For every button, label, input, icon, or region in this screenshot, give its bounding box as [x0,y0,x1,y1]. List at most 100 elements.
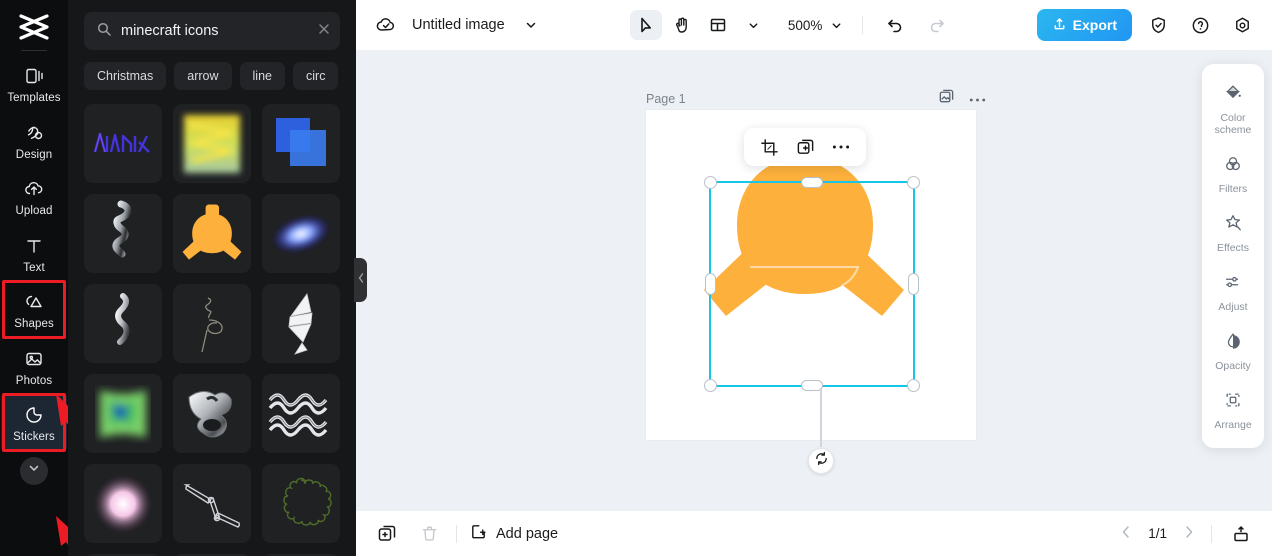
cloud-check-icon[interactable] [370,10,402,40]
effects-icon [1223,213,1243,238]
sidebar-item-shapes[interactable]: Shapes [1,280,67,338]
canvas-tool-group [629,10,770,40]
layout-chevron-down-icon[interactable] [738,10,770,40]
sticker-tile-green-gear-outline[interactable] [262,464,340,543]
search-box[interactable] [84,12,340,50]
bottom-divider [456,524,457,543]
capcut-editor-window: Templates Design Upload Text Shapes Phot… [0,0,1272,556]
sticker-tile-chrome-wave-pattern[interactable] [262,374,340,453]
sidebar-item-stickers[interactable]: Stickers [1,393,67,451]
page-more-options-icon[interactable] [969,90,986,108]
search-input[interactable] [121,23,308,39]
settings-gear-icon[interactable] [1226,10,1258,40]
sidebar-item-templates[interactable]: Templates [1,55,67,112]
close-icon[interactable] [317,22,331,41]
sidebar-item-label: Photos [15,374,53,387]
add-page-button[interactable]: Add page [469,522,558,545]
export-button[interactable]: Export [1036,9,1132,41]
sticker-tile-blue-graffiti-text[interactable] [84,104,162,183]
select-tool-button[interactable] [629,10,662,40]
panel-item-label-2: scheme [1214,124,1252,137]
sidebar-item-label: Stickers [13,431,55,443]
help-circle-icon[interactable] [1184,10,1216,40]
sticker-tile-silver-ribbon[interactable] [84,284,162,363]
resize-handle-bottom-left[interactable] [704,379,717,392]
sidebar-item-photos[interactable]: Photos [1,338,67,395]
prev-page-button[interactable] [1118,524,1134,543]
sidebar-expand-button[interactable] [20,456,48,485]
more-options-button[interactable] [824,132,858,162]
sidebar-item-upload[interactable]: Upload [1,168,67,225]
sticker-grid [84,104,340,556]
chip-line[interactable]: line [239,62,285,90]
sticker-tile-green-blur-blob[interactable] [84,374,162,453]
resize-handle-top-left[interactable] [704,176,717,189]
sidebar-item-design[interactable]: Design [1,112,67,169]
layout-tool-button[interactable] [702,10,734,40]
hand-tool-button[interactable] [666,10,698,40]
sticker-tile-orange-creature[interactable] [173,194,251,273]
shapes-icon [22,290,46,314]
add-page-icon [469,522,488,545]
sticker-tile-metallic-figure[interactable] [84,194,162,273]
adjust-icon [1223,272,1243,297]
panel-item-adjust[interactable]: Adjust [1202,263,1264,322]
capcut-logo-icon[interactable] [14,10,54,44]
panel-item-label: Filters [1218,183,1248,196]
panel-item-opacity[interactable]: Opacity [1202,322,1264,381]
sidebar-item-text[interactable]: Text [1,225,67,282]
chip-christmas[interactable]: Christmas [84,62,167,90]
sticker-tile-wire-linkage[interactable] [173,464,251,543]
left-sidebar: Templates Design Upload Text Shapes Phot… [0,0,82,556]
sticker-tile-chrome-curved-form[interactable] [173,374,251,453]
duplicate-page-icon[interactable] [938,88,955,110]
panel-item-color-scheme[interactable]: Color scheme [1202,74,1264,145]
rotate-handle[interactable] [808,448,834,474]
title-chevron-down-icon[interactable] [515,10,547,40]
resize-handle-top[interactable] [801,177,823,188]
rotate-icon [814,451,829,471]
sticker-tile-wire-scribble[interactable] [173,284,251,363]
undo-button[interactable] [879,10,911,40]
panel-item-filters[interactable]: Filters [1202,145,1264,204]
zoom-control[interactable]: 500% [788,10,847,40]
sticker-tile-blue-glow-ellipse[interactable] [262,194,340,273]
panel-item-effects[interactable]: Effects [1202,204,1264,263]
templates-icon [22,64,46,88]
duplicate-button[interactable] [788,132,822,162]
delete-page-button[interactable] [414,519,444,549]
sidebar-item-label: Design [15,148,53,161]
duplicate-page-button[interactable] [372,519,402,549]
text-icon [22,234,46,258]
search-icon [96,21,112,42]
present-button[interactable] [1226,519,1256,549]
page-navigation: 1/1 [1118,519,1256,549]
chip-circle[interactable]: circ [293,62,339,90]
resize-handle-left[interactable] [705,273,716,295]
next-page-button[interactable] [1181,524,1197,543]
sticker-tile-pink-radial-glow[interactable] [84,464,162,543]
redo-button[interactable] [921,10,953,40]
color-scheme-icon [1223,83,1243,108]
panel-collapse-handle[interactable] [354,258,367,302]
sticker-tile-yellow-zigzag-blur[interactable] [173,104,251,183]
chevron-left-icon [357,271,365,289]
panel-item-arrange[interactable]: Arrange [1202,381,1264,440]
chip-arrow[interactable]: arrow [174,62,232,90]
selection-box[interactable] [704,176,920,392]
canvas-area[interactable]: Page 1 Color scheme Filters Effects Adju… [356,50,1272,510]
crop-button[interactable] [752,132,786,162]
shield-check-icon[interactable] [1142,10,1174,40]
rotate-handle-stem [820,389,822,447]
resize-handle-bottom-right[interactable] [907,379,920,392]
arrange-icon [1223,390,1243,415]
resize-handle-top-right[interactable] [907,176,920,189]
export-button-label: Export [1072,17,1117,33]
document-title[interactable]: Untitled image [412,17,505,33]
export-upload-icon [1052,16,1067,34]
sidebar-item-label: Shapes [14,318,54,330]
sticker-tile-blue-squares[interactable] [262,104,340,183]
sticker-tile-white-shard[interactable] [262,284,340,363]
resize-handle-right[interactable] [908,273,919,295]
zoom-chevron-down-icon[interactable] [826,10,846,40]
